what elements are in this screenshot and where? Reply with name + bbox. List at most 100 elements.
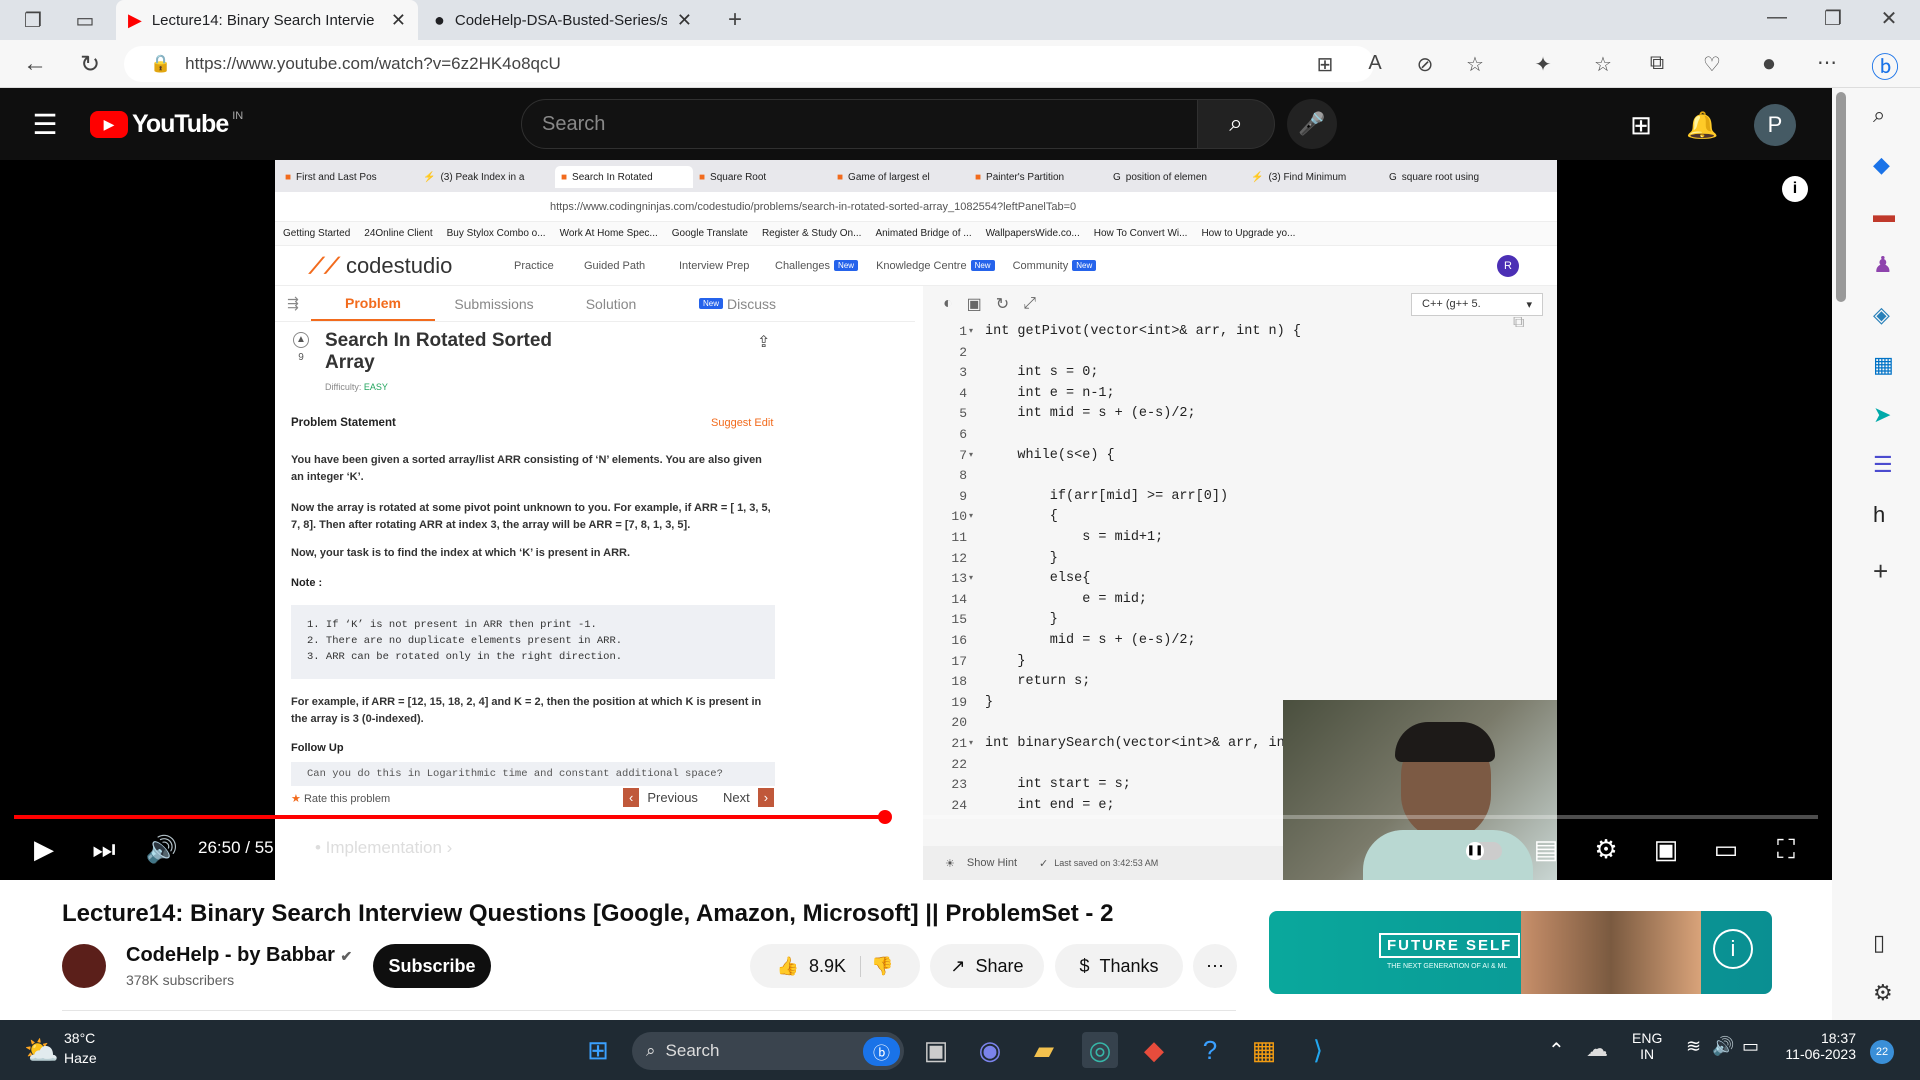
thanks-button[interactable]: $ Thanks xyxy=(1055,944,1183,988)
profile-icon[interactable]: ● xyxy=(1754,50,1784,78)
games-icon[interactable]: ♟ xyxy=(1873,252,1893,278)
microphone-icon[interactable]: 🎤 xyxy=(1287,99,1337,149)
app-available-icon[interactable]: ⊞ xyxy=(1310,52,1340,77)
edge-browser-icon[interactable]: ◎ xyxy=(1082,1032,1118,1068)
settings-gear-icon[interactable]: ⚙ xyxy=(1873,980,1893,1006)
thumbs-down-icon[interactable]: 👎 xyxy=(871,956,893,977)
favorite-star-icon[interactable]: ☆ xyxy=(1460,52,1490,77)
language-indicator[interactable]: ENG IN xyxy=(1632,1030,1662,1062)
difficulty-value: EASY xyxy=(363,382,388,392)
star-icon: ★ xyxy=(291,793,301,805)
theater-mode-icon[interactable]: ▭ xyxy=(1708,834,1744,865)
weather-desc: Haze xyxy=(64,1050,97,1066)
collections-icon[interactable]: ⧉ xyxy=(1642,52,1672,75)
notification-count[interactable]: 22 xyxy=(1870,1040,1894,1064)
scrubber-handle[interactable] xyxy=(878,810,892,824)
settings-gear-icon[interactable]: ⚙ xyxy=(1588,834,1624,865)
ad-banner[interactable]: FUTURE SELF THE NEXT GENERATION OF AI & … xyxy=(1269,911,1772,994)
line-number: 19 xyxy=(951,694,967,710)
search-icon[interactable]: ⌕ xyxy=(1873,102,1885,128)
store-icon[interactable]: ▦ xyxy=(1246,1032,1282,1068)
subscribe-button[interactable]: Subscribe xyxy=(373,944,491,988)
taskbar-search[interactable]: ⌕ Search ⓑ xyxy=(632,1032,904,1070)
youtube-search-input[interactable]: Search xyxy=(521,99,1198,149)
line-number: 8 xyxy=(959,468,967,484)
wifi-icon[interactable]: ≋ xyxy=(1686,1036,1701,1057)
close-tab-icon[interactable]: ✕ xyxy=(677,10,692,31)
info-icon[interactable]: i xyxy=(1782,176,1808,202)
chevron-right-icon: › xyxy=(757,788,775,807)
more-actions-icon[interactable]: ⋯ xyxy=(1193,944,1237,988)
clock[interactable]: 18:37 11-06-2023 xyxy=(1780,1030,1856,1062)
volume-icon[interactable]: 🔊 xyxy=(144,834,180,865)
scrollbar[interactable] xyxy=(1836,92,1846,302)
refresh-icon[interactable]: ↻ xyxy=(75,50,105,79)
chevron-up-icon[interactable]: ⌃ xyxy=(1548,1038,1565,1063)
hashnode-icon[interactable]: h xyxy=(1873,502,1885,528)
more-menu-icon[interactable]: ⋯ xyxy=(1812,50,1842,75)
fullscreen-icon[interactable]: ⛶ xyxy=(1768,834,1804,866)
search-icon[interactable]: ⌕ xyxy=(1197,99,1275,149)
code-line: int s = 0; xyxy=(985,365,1099,381)
back-icon[interactable]: ← xyxy=(20,50,50,78)
tab-solution: Solution xyxy=(585,295,637,312)
like-button[interactable]: 👍 8.9K xyxy=(777,955,862,977)
workspaces-icon[interactable]: ❐ xyxy=(18,8,48,33)
weather-icon[interactable]: ⛅ xyxy=(24,1034,59,1067)
new-tab-icon[interactable]: + xyxy=(720,6,750,34)
onedrive-cloud-icon[interactable]: ☁ xyxy=(1586,1036,1608,1062)
copilot-icon[interactable]: ◈ xyxy=(1873,302,1890,328)
minimize-icon[interactable]: — xyxy=(1762,6,1792,29)
windows-start-icon[interactable]: ⊞ xyxy=(580,1032,616,1068)
line-number: 4 xyxy=(959,385,967,401)
shopping-tag-icon[interactable]: ◆ xyxy=(1873,152,1890,178)
add-icon[interactable]: + xyxy=(1873,556,1888,587)
bing-copilot-icon[interactable]: ⓑ xyxy=(1870,46,1900,86)
git-icon[interactable]: ◆ xyxy=(1136,1032,1172,1068)
lists-icon[interactable]: ☰ xyxy=(1873,452,1893,478)
tools-briefcase-icon[interactable]: ▬ xyxy=(1873,202,1895,228)
hamburger-menu-icon[interactable]: ☰ xyxy=(30,108,60,141)
help-icon[interactable]: ? xyxy=(1192,1032,1228,1068)
outlook-icon[interactable]: ▦ xyxy=(1873,352,1894,378)
task-view-icon[interactable]: ▣ xyxy=(918,1032,954,1068)
avatar[interactable]: P xyxy=(1754,104,1796,146)
youtube-logo[interactable]: ▶ YouTube IN xyxy=(90,110,243,139)
play-icon[interactable]: ▶ xyxy=(26,834,62,865)
miniplayer-icon[interactable]: ▣ xyxy=(1648,834,1684,865)
autoplay-toggle[interactable]: ❚❚ xyxy=(1466,842,1502,860)
close-tab-icon[interactable]: ✕ xyxy=(391,10,406,31)
send-icon[interactable]: ➤ xyxy=(1873,402,1891,428)
sidebar-toggle-icon[interactable]: ▯ xyxy=(1873,930,1885,956)
speaker-icon[interactable]: 🔊 xyxy=(1712,1036,1734,1057)
battery-icon[interactable]: ▭ xyxy=(1742,1036,1759,1057)
subtitles-icon[interactable]: ▤ xyxy=(1528,834,1564,865)
like-dislike-group: 👍 8.9K 👎 xyxy=(750,944,920,988)
channel-avatar[interactable] xyxy=(62,944,106,988)
channel-name[interactable]: CodeHelp - by Babbar ✔ xyxy=(126,944,352,967)
notifications-bell-icon[interactable]: 🔔 xyxy=(1686,110,1718,141)
share-button[interactable]: ↗ Share xyxy=(930,944,1044,988)
favorites-icon[interactable]: ☆ xyxy=(1588,52,1618,77)
browser-tab-youtube[interactable]: ▶ Lecture14: Binary Search Intervie ✕ xyxy=(116,0,418,40)
problem-pane: ▲ 9 Search In Rotated Sorted Array Diffi… xyxy=(275,322,915,842)
extensions-icon[interactable]: ✦ xyxy=(1528,52,1558,77)
maximize-icon[interactable]: ❐ xyxy=(1818,6,1848,31)
tracking-prevention-icon[interactable]: ⊘ xyxy=(1410,52,1440,77)
create-video-icon[interactable]: ⊞ xyxy=(1626,110,1656,141)
vscode-icon[interactable]: ⟩ xyxy=(1300,1032,1336,1068)
tab-icon: ⚡ xyxy=(1251,171,1264,183)
chapter-title[interactable]: • Implementation › xyxy=(315,838,452,858)
next-video-icon[interactable]: ⏭ xyxy=(86,834,122,866)
line-number: 15 xyxy=(951,612,967,628)
bookmark: Google Translate xyxy=(671,228,748,239)
read-aloud-icon[interactable]: A xyxy=(1360,52,1390,75)
info-icon[interactable]: i xyxy=(1713,929,1753,969)
teams-chat-icon[interactable]: ◉ xyxy=(972,1032,1008,1068)
tab-actions-icon[interactable]: ▭ xyxy=(70,8,100,33)
close-window-icon[interactable]: ✕ xyxy=(1874,6,1904,31)
address-bar[interactable]: 🔒 https://www.youtube.com/watch?v=6z2HK4… xyxy=(124,46,1374,82)
browser-tab-github[interactable]: ● CodeHelp-DSA-Busted-Series/se ✕ xyxy=(422,0,704,40)
file-explorer-icon[interactable]: ▰ xyxy=(1026,1032,1062,1068)
browser-essentials-icon[interactable]: ♡ xyxy=(1697,52,1727,77)
